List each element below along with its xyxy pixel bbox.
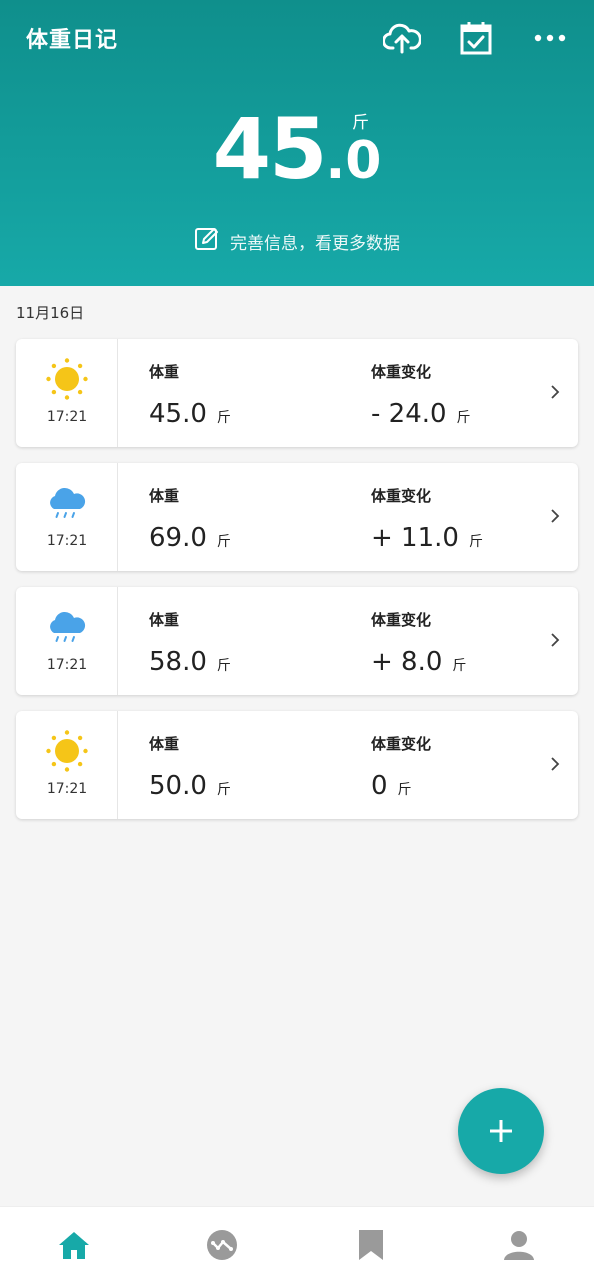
change-number: + 8.0: [371, 647, 443, 677]
chevron-right-icon: [551, 509, 560, 523]
nav-home[interactable]: [54, 1225, 94, 1265]
record-left: 17:21: [16, 711, 118, 819]
weight-number: 58.0: [149, 647, 207, 677]
change-label: 体重变化: [371, 487, 432, 505]
sunny-icon: [46, 730, 88, 772]
weight-unit: 斤: [216, 658, 231, 674]
weight-value: 69.0 斤: [149, 523, 231, 553]
record-time: 17:21: [46, 533, 88, 549]
rain-icon: [50, 487, 86, 518]
change-value: 0斤: [371, 771, 412, 801]
chevron-right-icon: [551, 633, 560, 647]
record-card[interactable]: 17:21 体重 69.0 斤 体重变化 + 11.0 斤: [16, 463, 578, 571]
chevron-right-icon: [551, 385, 560, 399]
change-unit: 斤: [397, 782, 412, 798]
weight-number: 69.0: [149, 523, 207, 553]
more-icon[interactable]: [530, 18, 570, 58]
change-number: - 24.0: [371, 399, 447, 429]
record-left: 17:21: [16, 339, 118, 447]
weight-label: 体重: [149, 363, 180, 381]
weight-unit: 斤: [216, 534, 231, 550]
edit-icon: [194, 226, 220, 257]
rain-icon: [50, 611, 86, 642]
record-time: 17:21: [46, 409, 88, 425]
trend-icon: [207, 1230, 237, 1260]
cloud-upload-icon[interactable]: [382, 18, 422, 58]
record-left: 17:21: [16, 463, 118, 571]
profile-icon: [504, 1231, 534, 1260]
change-value: + 11.0 斤: [371, 523, 483, 553]
date-label: 11月16日: [16, 304, 85, 322]
change-unit: 斤: [456, 410, 471, 426]
plus-icon: [490, 1120, 512, 1142]
calendar-check-icon[interactable]: [456, 18, 496, 58]
change-label: 体重变化: [371, 611, 432, 629]
weight-number: 45.0: [149, 399, 207, 429]
weight-unit: 斤: [216, 782, 231, 798]
nav-bookmark[interactable]: [351, 1225, 391, 1265]
change-number: + 11.0: [371, 523, 459, 553]
weight-label: 体重: [149, 611, 180, 629]
change-unit: 斤: [452, 658, 467, 674]
weight-value: 45.0 斤: [149, 399, 231, 429]
current-weight-int: 45: [212, 100, 328, 198]
current-weight-unit: 斤: [352, 113, 369, 133]
home-icon: [59, 1232, 89, 1259]
weight-value: 50.0 斤: [149, 771, 231, 801]
weight-label: 体重: [149, 735, 180, 753]
change-label: 体重变化: [371, 735, 432, 753]
bottom-nav: [0, 1206, 594, 1280]
change-unit: 斤: [468, 534, 483, 550]
edit-info-text: 完善信息，看更多数据: [230, 234, 400, 254]
change-value: - 24.0 斤: [371, 399, 471, 429]
chevron-right-icon: [551, 757, 560, 771]
record-card[interactable]: 17:21 体重 50.0 斤 体重变化 0斤: [16, 711, 578, 819]
record-time: 17:21: [46, 781, 88, 797]
weight-label: 体重: [149, 487, 180, 505]
nav-profile[interactable]: [499, 1225, 539, 1265]
bookmark-icon: [359, 1230, 383, 1260]
record-card[interactable]: 17:21 体重 58.0 斤 体重变化 + 8.0 斤: [16, 587, 578, 695]
sunny-icon: [46, 358, 88, 400]
weight-value: 58.0 斤: [149, 647, 231, 677]
record-card[interactable]: 17:21 体重 45.0 斤 体重变化 - 24.0 斤: [16, 339, 578, 447]
edit-info-link[interactable]: 完善信息，看更多数据: [0, 226, 594, 257]
change-number: 0: [371, 771, 388, 801]
record-left: 17:21: [16, 587, 118, 695]
header: 体重日记 45.0 斤 完善信息，看更多数据: [0, 0, 594, 286]
app-title: 体重日记: [26, 28, 119, 53]
change-label: 体重变化: [371, 363, 432, 381]
weight-unit: 斤: [216, 410, 231, 426]
nav-trend[interactable]: [202, 1225, 242, 1265]
current-weight: 45.0: [0, 100, 594, 198]
add-record-button[interactable]: [458, 1088, 544, 1174]
record-time: 17:21: [46, 657, 88, 673]
current-weight-dec: .0: [325, 131, 382, 191]
change-value: + 8.0 斤: [371, 647, 466, 677]
weight-number: 50.0: [149, 771, 207, 801]
